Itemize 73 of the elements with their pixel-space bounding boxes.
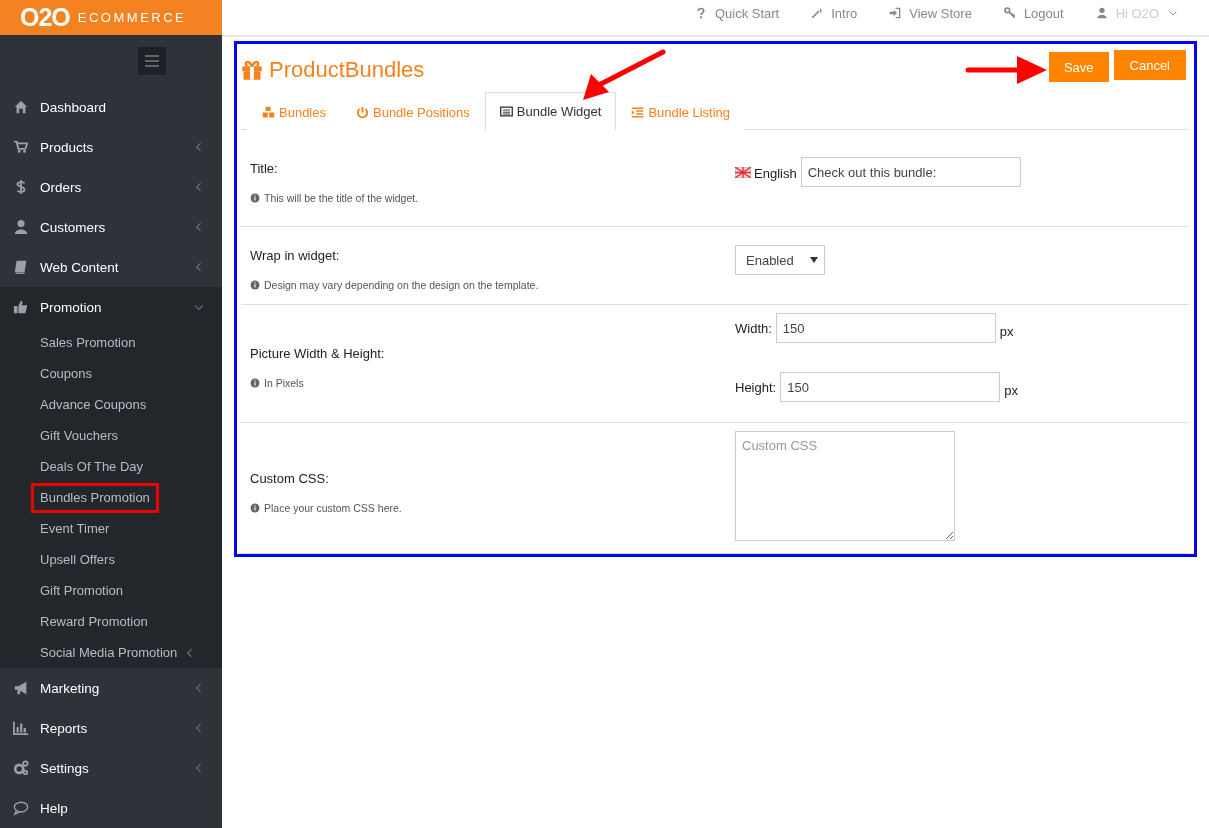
- tab[interactable]: Bundle Widget: [484, 92, 617, 130]
- sidebar-item[interactable]: Customers: [0, 207, 222, 247]
- sidebar-subitem[interactable]: Advance Coupons: [31, 389, 206, 420]
- home-icon: [13, 99, 29, 115]
- sidebar-item[interactable]: Help: [0, 788, 222, 828]
- sign-in-icon: [889, 7, 902, 19]
- sidebar-item[interactable]: Marketing: [0, 668, 222, 708]
- sidebar-subitem[interactable]: Gift Promotion: [31, 575, 206, 606]
- gears-icon: [13, 760, 29, 776]
- top-link[interactable]: View Store: [889, 5, 972, 21]
- field-label: Height:: [735, 379, 777, 395]
- sidebar-item[interactable]: Settings: [0, 748, 222, 788]
- sidebar-item[interactable]: Web Content: [0, 247, 222, 287]
- speech-bubble-icon: [13, 800, 29, 816]
- sidebar-subitem[interactable]: Upsell Offers: [31, 544, 206, 575]
- top-link[interactable]: Quick Start: [694, 5, 780, 21]
- cubes-icon: [262, 105, 275, 119]
- sidebar-subitem[interactable]: Event Timer: [31, 513, 206, 544]
- help-text: This will be the title of the widget.: [264, 191, 419, 204]
- sidebar-item[interactable]: Products: [0, 127, 222, 167]
- help-text: In Pixels: [264, 377, 304, 389]
- top-link[interactable]: Intro: [811, 5, 858, 21]
- sidebar-subitem[interactable]: Bundles Promotion: [31, 482, 159, 513]
- language-label: English: [754, 165, 797, 181]
- flag-icon: [735, 166, 751, 178]
- sidebar-subitem[interactable]: Sales Promotion: [31, 327, 206, 358]
- power-icon: [356, 105, 369, 119]
- gift-icon: [241, 59, 263, 81]
- sidebar-item[interactable]: Dashboard: [0, 87, 222, 127]
- wand-icon: [811, 7, 824, 19]
- unit-label: px: [1004, 381, 1018, 398]
- menu-icon: [145, 54, 159, 67]
- sidebar-item[interactable]: Orders: [0, 167, 222, 207]
- field-label: Custom CSS:: [250, 470, 330, 486]
- dropdown-arrow-icon: [810, 257, 818, 263]
- info-icon: [250, 502, 260, 513]
- info-icon: [250, 378, 260, 388]
- sidebar-item[interactable]: Reports: [0, 708, 222, 748]
- list-icon: [631, 105, 645, 119]
- field-label: Wrap in widget:: [250, 248, 341, 263]
- sidebar-subitem[interactable]: Gift Vouchers: [31, 420, 206, 451]
- info-icon: [250, 192, 260, 203]
- css-textarea[interactable]: Custom CSS: [735, 431, 955, 541]
- unit-label: px: [999, 322, 1014, 339]
- wrap-select[interactable]: Enabled: [735, 245, 825, 275]
- sidebar-subitem[interactable]: Reward Promotion: [31, 606, 206, 637]
- brand-name: ECOMMERCE: [77, 9, 187, 25]
- help-text: Design may vary depending on the design on the template.: [264, 279, 539, 291]
- page-title: ProductBundles: [269, 57, 425, 83]
- user-icon: [1095, 7, 1108, 19]
- widget-icon: [499, 105, 513, 118]
- sidebar-subitem[interactable]: Social Media Promotion: [31, 637, 206, 668]
- megaphone-icon: [13, 680, 29, 696]
- number-field[interactable]: 150: [780, 372, 1001, 402]
- sidebar-subitem[interactable]: Deals Of The Day: [31, 451, 206, 482]
- info-icon: [250, 280, 260, 290]
- field-label: Picture Width & Height:: [250, 346, 386, 361]
- thumbs-up-icon: [13, 299, 29, 315]
- bar-chart-icon: [13, 720, 29, 736]
- number-field[interactable]: 150: [775, 313, 996, 343]
- book-icon: [13, 259, 29, 275]
- menu-button[interactable]: [138, 46, 166, 75]
- brand-logo: O2O: [20, 2, 70, 32]
- cart-icon: [13, 139, 29, 155]
- help-text: Place your custom CSS here.: [264, 501, 402, 514]
- key-icon: [1003, 7, 1016, 19]
- title-field[interactable]: Check out this bundle:: [800, 157, 1021, 187]
- field-label: Title:: [250, 160, 279, 176]
- user-icon: [13, 219, 29, 235]
- field-label: Width:: [735, 320, 772, 336]
- sidebar-item[interactable]: Promotion: [0, 287, 222, 327]
- top-link[interactable]: Logout: [1003, 5, 1064, 21]
- sidebar-subitem[interactable]: Coupons: [31, 358, 206, 389]
